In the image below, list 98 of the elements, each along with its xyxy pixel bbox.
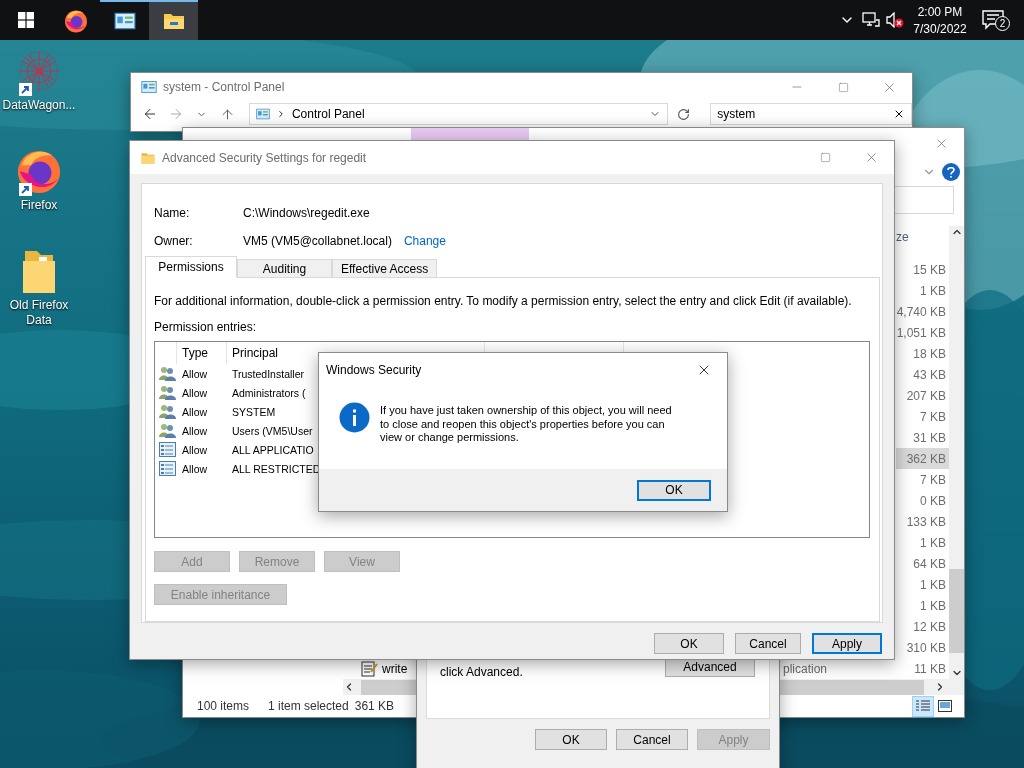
file-size[interactable]: 362 KB <box>896 448 949 469</box>
file-size[interactable]: 133 KB <box>896 511 949 532</box>
file-size[interactable]: 11 KB <box>896 658 949 679</box>
selection-status: 1 item selected <box>268 699 349 714</box>
file-size[interactable]: 1 KB <box>896 574 949 595</box>
file-name[interactable]: write <box>382 661 408 676</box>
file-size[interactable]: 1,051 KB <box>896 322 949 343</box>
change-owner-link[interactable]: Change <box>403 234 446 248</box>
users-icon <box>158 404 176 419</box>
file-size[interactable]: 4,740 KB <box>896 301 949 322</box>
address-text: Control Panel <box>291 107 366 121</box>
clock-date: 7/30/2022 <box>913 21 967 36</box>
entry-type: Allow <box>182 405 208 418</box>
column-header[interactable]: Principal <box>232 346 279 360</box>
firefox-icon[interactable] <box>63 9 88 33</box>
file-size[interactable]: 1 KB <box>896 532 949 553</box>
selection-size: 361 KB <box>354 699 395 714</box>
vertical-scrollbar[interactable] <box>949 226 964 679</box>
name-label: Name: <box>154 206 191 220</box>
file-size[interactable]: 18 KB <box>896 343 949 364</box>
speaker-muted-icon[interactable] <box>886 12 904 28</box>
dialog-button[interactable]: Cancel <box>616 729 688 750</box>
desktop-icon-label[interactable]: Firefox <box>1 198 77 213</box>
users-icon <box>158 385 176 400</box>
column-header[interactable]: ze <box>896 230 909 244</box>
desktop-icon-label[interactable]: Old Firefox Data <box>1 298 77 328</box>
entry-principal: ALL RESTRICTED <box>232 462 321 475</box>
entry-type: Allow <box>182 386 208 399</box>
file-size[interactable]: 7 KB <box>896 406 949 427</box>
column-header[interactable]: Type <box>182 346 208 360</box>
info-icon <box>339 402 370 433</box>
search-field[interactable]: system <box>710 103 912 125</box>
dialog-button[interactable]: Apply <box>812 633 882 654</box>
entry-type: Allow <box>182 367 208 380</box>
file-size[interactable]: 1 KB <box>896 280 949 301</box>
tab[interactable]: Effective Access <box>332 259 438 278</box>
folder-icon[interactable] <box>162 11 185 31</box>
dialog-button[interactable]: OK <box>535 729 607 750</box>
desktop-icon-label[interactable]: DataWagon... <box>1 98 77 113</box>
control-panel-taskbar-icon[interactable] <box>113 10 136 32</box>
address-bar[interactable]: Control Panel <box>248 103 669 125</box>
tab[interactable]: Auditing <box>237 259 332 278</box>
app-package-icon <box>158 461 176 476</box>
instructions-text: For additional information, double-click a permission entry. To modify a permission entry, select the entry and click Edit (if available). <box>154 294 853 308</box>
name-value: C:\Windows\regedit.exe <box>243 206 370 220</box>
file-size[interactable]: 43 KB <box>896 364 949 385</box>
users-icon <box>158 366 176 381</box>
entry-principal: Users (VM5\User <box>232 424 313 437</box>
refresh-icon[interactable] <box>676 107 690 121</box>
file-size[interactable]: 64 KB <box>896 553 949 574</box>
dialog-message: If you have just taken ownership of this object, you will need to close and reopen this object's properties before you can view or change permissions. <box>380 403 673 445</box>
tab[interactable]: Permissions <box>145 256 237 278</box>
entry-principal: TrustedInstaller <box>232 367 304 380</box>
notification-count-badge: 2 <box>995 16 1010 31</box>
entry-principal: Administrators ( <box>232 386 306 399</box>
file-size[interactable]: 12 KB <box>896 616 949 637</box>
details-list-icon <box>916 700 930 713</box>
file-size[interactable]: 1 KB <box>896 595 949 616</box>
scroll-thumb[interactable] <box>949 569 964 653</box>
window-title: Advanced Security Settings for regedit <box>162 150 367 165</box>
entry-principal: ALL APPLICATIO <box>232 443 314 456</box>
clock-time: 2:00 PM <box>917 4 963 19</box>
window-title: system - Control Panel <box>163 80 285 94</box>
app-package-icon <box>158 442 176 457</box>
clock[interactable]: 2:00 PM 7/30/2022 <box>907 0 973 40</box>
file-type: plication <box>783 661 828 676</box>
entry-type: Allow <box>182 424 208 437</box>
ok-button[interactable]: OK <box>637 479 711 501</box>
taskbar-app-button[interactable] <box>149 0 198 40</box>
clear-search-icon[interactable] <box>893 108 905 120</box>
file-size[interactable]: 31 KB <box>896 427 949 448</box>
permission-entries-label: Permission entries: <box>154 320 258 334</box>
item-count: 100 items <box>197 699 251 714</box>
file-size[interactable]: 0 KB <box>896 490 949 511</box>
entry-principal: SYSTEM <box>232 405 276 418</box>
advanced-note: click Advanced. <box>440 664 524 679</box>
entry-type: Allow <box>182 443 208 456</box>
control-panel-icon <box>255 107 270 121</box>
notifications-icon[interactable] <box>982 10 1004 30</box>
firefox-icon <box>16 148 62 194</box>
file-size[interactable]: 15 KB <box>896 259 949 280</box>
owner-value: VM5 (VM5@collabnet.local) <box>243 234 392 248</box>
dialog-title: Windows Security <box>326 362 422 377</box>
users-icon <box>158 423 176 438</box>
windows-start-icon[interactable] <box>17 12 34 28</box>
help-icon[interactable] <box>942 163 960 181</box>
owner-label: Owner: <box>154 234 194 248</box>
dialog-button[interactable]: OK <box>654 633 724 654</box>
file-size[interactable]: 7 KB <box>896 469 949 490</box>
file-size[interactable]: 207 KB <box>896 385 949 406</box>
network-monitor-icon[interactable] <box>862 12 880 28</box>
dialog-button[interactable]: Cancel <box>735 633 801 654</box>
search-field[interactable] <box>894 186 954 214</box>
control-panel-icon <box>141 79 157 95</box>
thumbnail-icon <box>938 700 952 713</box>
network-sphere-icon <box>17 49 61 93</box>
file-size[interactable]: 310 KB <box>896 637 949 658</box>
entry-type: Allow <box>182 462 208 475</box>
